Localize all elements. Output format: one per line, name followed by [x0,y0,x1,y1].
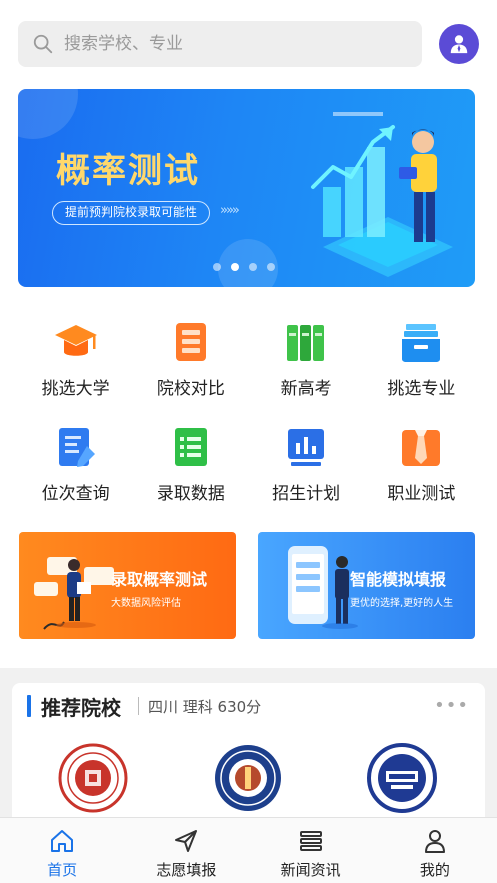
banner-arrows: »»» [220,203,240,218]
tab-home[interactable]: 首页 [0,818,124,883]
person-illustration [34,557,114,630]
grid-item-career-test[interactable]: 职业测试 [364,423,479,504]
list-doc-icon [167,423,215,471]
header [18,20,479,68]
school-logo-middle[interactable] [213,743,283,813]
promo-subtitle: 更优的选择,更好的人生 [350,598,454,609]
profile-avatar-button[interactable] [439,24,479,64]
user-icon [421,827,449,855]
grid-label: 院校对比 [156,379,225,399]
section-filter-text: 四川 理科 630分 [148,698,262,716]
grid-label: 录取数据 [156,484,225,504]
tab-news[interactable]: 新闻资讯 [249,818,373,883]
graduation-cap-icon [52,318,100,366]
bar-chart-icon [282,423,330,471]
grid-label: 位次查询 [41,484,110,504]
section-title: 推荐院校 [41,696,121,720]
pagination-dot-active[interactable] [231,263,239,271]
grid-label: 招生计划 [272,484,341,504]
news-icon [297,827,325,855]
tab-mine[interactable]: 我的 [373,818,497,883]
promo-title: 录取概率测试 [111,570,208,589]
feature-grid: 挑选大学 院校对比 新高考 挑选专业 位次查询 录取数据 招生计划 职业测试 [18,318,479,504]
school-logo-cnu[interactable] [367,743,437,813]
banner-decor-circle [18,89,78,139]
search-bar[interactable] [18,21,422,67]
search-icon [33,34,53,54]
banner-subtitle: 提前预判院校录取可能性 [52,201,211,225]
grid-item-choose-major[interactable]: 挑选专业 [364,318,479,399]
home-icon [48,827,76,855]
bottom-tab-bar: 首页 志愿填报 新闻资讯 我的 [0,817,497,883]
tab-label: 我的 [419,861,450,879]
grid-label: 新高考 [280,379,332,399]
banner-illustration [311,112,453,277]
promo-subtitle: 大数据风险评估 [111,598,181,609]
tab-volunteer-fill[interactable]: 志愿填报 [124,818,248,883]
grid-item-new-gaokao[interactable]: 新高考 [249,318,364,399]
tab-label: 首页 [47,861,78,879]
search-input[interactable] [64,34,384,54]
banner-pagination [213,263,275,271]
grid-item-choose-university[interactable]: 挑选大学 [18,318,133,399]
grid-label: 挑选大学 [41,379,110,399]
pagination-dot[interactable] [213,263,221,271]
promo-card-probability-test[interactable]: 录取概率测试 大数据风险评估 [19,532,236,639]
promo-card-smart-simulation[interactable]: 智能模拟填报 更优的选择,更好的人生 [258,532,475,639]
more-options-button[interactable]: ••• [434,695,469,716]
banner-title: 概率测试 [56,151,200,191]
promo-title: 智能模拟填报 [350,570,447,589]
pagination-dot[interactable] [267,263,275,271]
grid-label: 职业测试 [387,484,456,504]
user-avatar-icon [450,35,468,54]
tray-icon [397,318,445,366]
tab-label: 新闻资讯 [280,861,341,879]
promo-banner[interactable]: 概率测试 提前预判院校录取可能性 »»» [18,89,475,287]
send-icon [172,827,200,855]
grid-item-rank-query[interactable]: 位次查询 [18,423,133,504]
grid-item-admission-data[interactable]: 录取数据 [133,423,248,504]
pagination-dot[interactable] [249,263,257,271]
compare-doc-icon [167,318,215,366]
grid-item-enrollment-plan[interactable]: 招生计划 [249,423,364,504]
grid-item-compare-schools[interactable]: 院校对比 [133,318,248,399]
section-accent-bar [27,695,31,717]
tie-icon [397,423,445,471]
grid-label: 挑选专业 [387,379,456,399]
books-icon [282,318,330,366]
edit-doc-icon [52,423,100,471]
divider [138,697,139,715]
app-home-page: 概率测试 提前预判院校录取可能性 »»» [0,0,497,883]
tab-label: 志愿填报 [156,861,217,879]
school-logo-fuzhou[interactable] [58,743,128,813]
